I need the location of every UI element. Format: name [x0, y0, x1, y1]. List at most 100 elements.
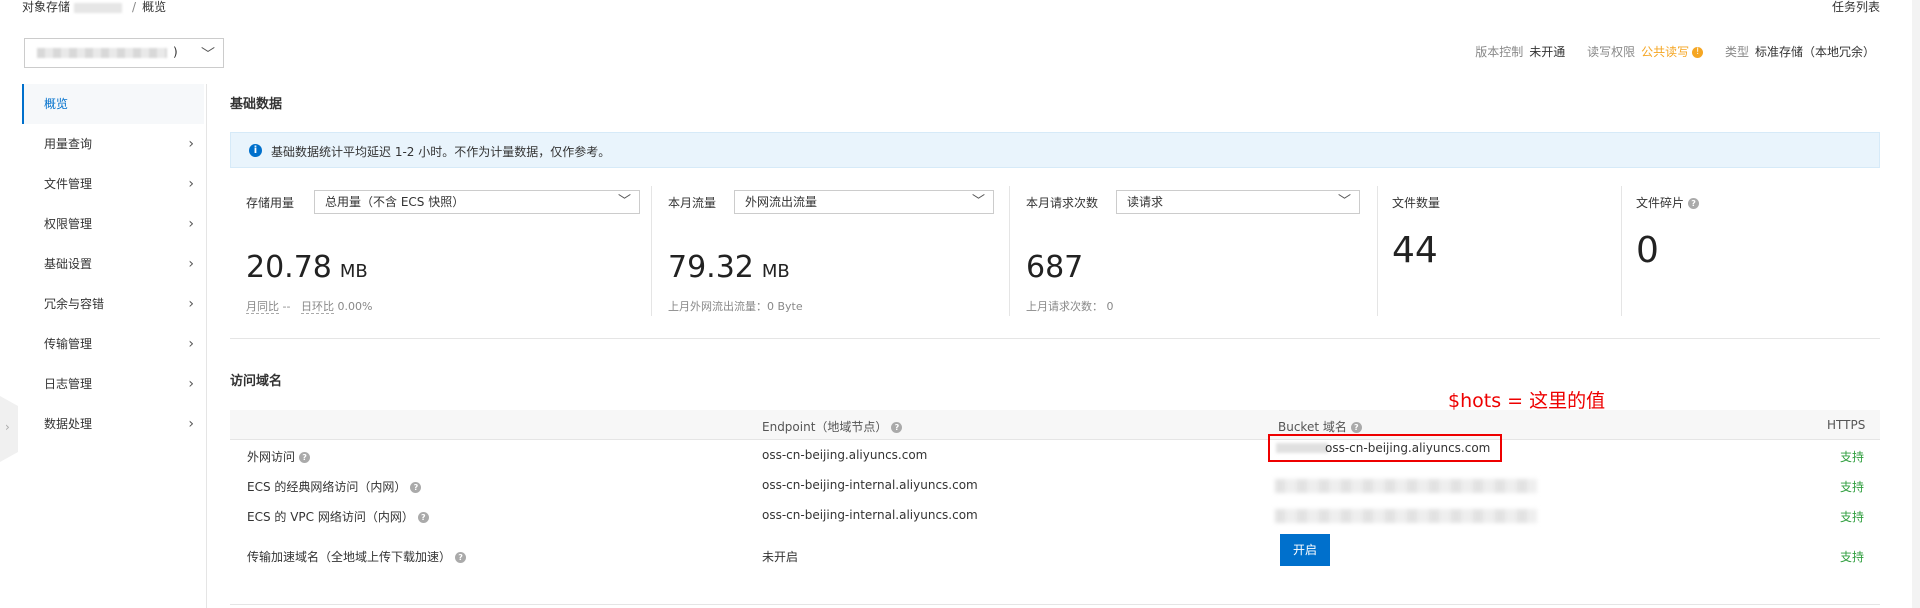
endpoint-header: Endpoint（地域节点）? — [762, 418, 903, 435]
stat-requests: 本月请求次数 读请求 ﹀ 687 上月请求次数： 0 — [1026, 186, 1378, 316]
chevron-right-icon: › — [188, 336, 194, 352]
mom-value: -- — [282, 300, 291, 313]
sidebar-item-transfer[interactable]: 传输管理 › — [22, 324, 204, 364]
sidebar-item-files[interactable]: 文件管理 › — [22, 164, 204, 204]
sidebar-item-permissions[interactable]: 权限管理 › — [22, 204, 204, 244]
chevron-right-icon: › — [188, 416, 194, 432]
sidebar-item-label: 概览 — [44, 97, 69, 111]
storage-type-value: 总用量（不含 ECS 快照） — [325, 195, 465, 209]
sidebar-item-label: 文件管理 — [44, 177, 93, 191]
sidebar-collapse-toggle[interactable]: › — [0, 396, 18, 462]
breadcrumb-root[interactable]: 对象存储 — [22, 0, 70, 14]
info-banner: i 基础数据统计平均延迟 1-2 小时。不作为计量数据，仅作参考。 — [230, 132, 1880, 168]
row-endpoint: 未开启 — [762, 550, 799, 564]
endpoint-header-text: Endpoint（地域节点） — [762, 420, 888, 434]
domains-title: 访问域名 — [230, 374, 283, 389]
help-icon[interactable]: ? — [1688, 198, 1700, 209]
row-endpoint[interactable]: oss-cn-beijing.aliyuncs.com — [762, 448, 927, 462]
stat-files: 文件数量 44 — [1392, 186, 1622, 316]
sidebar-item-usage[interactable]: 用量查询 › — [22, 124, 204, 164]
chevron-right-icon: › — [188, 176, 194, 192]
help-icon[interactable]: ? — [1350, 422, 1362, 433]
breadcrumb-bucket-blurred[interactable] — [74, 2, 123, 13]
chevron-down-icon: ﹀ — [971, 194, 985, 209]
chevron-right-icon: › — [5, 420, 10, 434]
row-name-text: ECS 的经典网络访问（内网） — [247, 480, 407, 494]
breadcrumb: 对象存储 / 概览 — [22, 0, 166, 15]
chevron-right-icon: › — [188, 376, 194, 392]
sidebar-item-label: 传输管理 — [44, 337, 93, 351]
bucket-meta: 版本控制 未开通 读写权限 公共读写! 类型 标准存储（本地冗余） — [1457, 43, 1875, 60]
request-type-value: 读请求 — [1127, 195, 1164, 209]
requests-sub: 上月请求次数： 0 — [1026, 300, 1114, 313]
section-divider — [230, 604, 1880, 605]
table-row: 外网访问? oss-cn-beijing.aliyuncs.com 支持 — [230, 440, 1880, 470]
sidebar-item-label: 数据处理 — [44, 417, 93, 431]
bucket-domain-highlight[interactable]: oss-cn-beijing.aliyuncs.com — [1268, 434, 1502, 462]
sidebar-item-redundancy[interactable]: 冗余与容错 › — [22, 284, 204, 324]
chevron-right-icon: › — [188, 136, 194, 152]
warning-icon[interactable]: ! — [1692, 47, 1704, 58]
sidebar: 概览 用量查询 › 文件管理 › 权限管理 › 基础设置 › 冗余与容错 › 传输管理 › … — [22, 84, 204, 444]
fragments-label: 文件碎片? — [1636, 194, 1700, 211]
help-icon[interactable]: ? — [891, 422, 903, 433]
row-name: 传输加速域名（全地域上传下载加速）? — [247, 548, 467, 565]
row-endpoint[interactable]: oss-cn-beijing-internal.aliyuncs.com — [762, 478, 978, 492]
storage-unit: MB — [339, 261, 368, 282]
bucket-name-blurred — [37, 48, 167, 58]
row-name-text: 外网访问 — [247, 450, 296, 464]
stat-divider — [1009, 186, 1010, 316]
section-divider — [230, 338, 1880, 339]
bucket-selector[interactable]: ) ﹀ — [24, 38, 224, 68]
bucket-header: Bucket 域名? — [1278, 418, 1362, 435]
task-list-link[interactable]: 任务列表 — [1832, 0, 1880, 15]
bucket-domain-value: oss-cn-beijing.aliyuncs.com — [1325, 441, 1491, 455]
annotation-text: $hots = 这里的值 — [1448, 390, 1606, 412]
type-label: 类型 — [1724, 45, 1749, 59]
row-endpoint[interactable]: oss-cn-beijing-internal.aliyuncs.com — [762, 508, 978, 522]
page-scrollbar[interactable] — [1912, 0, 1920, 608]
type-value: 标准存储（本地冗余） — [1754, 45, 1875, 59]
request-type-select[interactable]: 读请求 ﹀ — [1116, 190, 1360, 214]
basic-data-title: 基础数据 — [230, 97, 283, 112]
breadcrumb-current: 概览 — [142, 0, 167, 14]
help-icon[interactable]: ? — [299, 452, 311, 463]
traffic-type-select[interactable]: 外网流出流量 ﹀ — [734, 190, 994, 214]
sidebar-item-label: 冗余与容错 — [44, 297, 105, 311]
row-name: ECS 的 VPC 网络访问（内网）? — [247, 508, 429, 525]
row-https: 支持 — [1840, 480, 1865, 494]
sidebar-item-overview[interactable]: 概览 — [22, 84, 204, 124]
sidebar-item-data-processing[interactable]: 数据处理 › — [22, 404, 204, 444]
enable-acceleration-button[interactable]: 开启 — [1280, 534, 1330, 566]
sidebar-item-label: 用量查询 — [44, 137, 93, 151]
row-name-text: ECS 的 VPC 网络访问（内网） — [247, 510, 414, 524]
acl-value: 公共读写 — [1641, 45, 1690, 59]
storage-type-select[interactable]: 总用量（不含 ECS 快照） ﹀ — [314, 190, 640, 214]
chevron-right-icon: › — [188, 256, 194, 272]
storage-sub: 月同比 -- 日环比 0.00% — [246, 298, 372, 314]
chevron-down-icon: ﹀ — [1337, 194, 1351, 209]
sidebar-item-label: 日志管理 — [44, 377, 93, 391]
acl-label: 读写权限 — [1587, 45, 1636, 59]
row-https: 支持 — [1840, 550, 1865, 564]
row-name: ECS 的经典网络访问（内网）? — [247, 478, 422, 495]
sidebar-item-label: 权限管理 — [44, 217, 93, 231]
table-header: Endpoint（地域节点）? Bucket 域名? HTTPS — [230, 410, 1880, 440]
requests-number: 687 — [1026, 250, 1084, 285]
row-name-text: 传输加速域名（全地域上传下载加速） — [247, 550, 452, 564]
fragments-label-text: 文件碎片 — [1636, 196, 1685, 210]
requests-value: 687 — [1026, 250, 1083, 285]
help-icon[interactable]: ? — [455, 552, 467, 563]
traffic-number: 79.32 — [668, 250, 754, 285]
help-icon[interactable]: ? — [417, 512, 429, 523]
sidebar-item-logs[interactable]: 日志管理 › — [22, 364, 204, 404]
storage-value: 20.78 MB — [246, 250, 368, 285]
help-icon[interactable]: ? — [410, 482, 422, 493]
sidebar-item-basic-settings[interactable]: 基础设置 › — [22, 244, 204, 284]
dod-value: 0.00% — [337, 300, 373, 313]
requests-label: 本月请求次数 — [1026, 196, 1099, 210]
info-text: 基础数据统计平均延迟 1-2 小时。不作为计量数据，仅作参考。 — [271, 145, 611, 159]
storage-number: 20.78 — [246, 250, 332, 285]
sidebar-divider — [206, 84, 207, 608]
table-row: ECS 的经典网络访问（内网）? oss-cn-beijing-internal… — [230, 470, 1880, 500]
